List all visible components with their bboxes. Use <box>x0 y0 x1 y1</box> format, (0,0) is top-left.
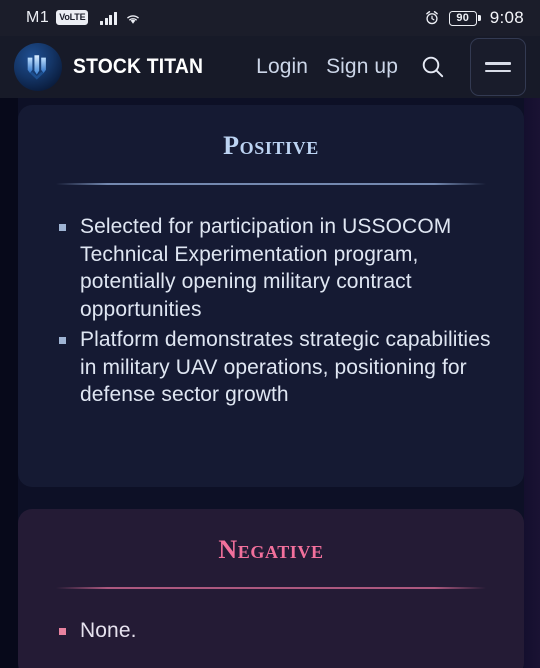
volte-badge: VoLTE <box>56 9 89 25</box>
list-item: Selected for participation in USSOCOM Te… <box>54 213 494 324</box>
app-screen: M1 VoLTE 90 9:08 STOCK TITAN Login Sign … <box>0 0 540 668</box>
negative-card-divider <box>56 587 486 589</box>
signup-link[interactable]: Sign up <box>326 55 398 79</box>
login-link[interactable]: Login <box>256 55 308 79</box>
list-item: Platform demonstrates strategic capabili… <box>54 326 494 409</box>
battery-level-label: 90 <box>456 11 470 24</box>
wifi-icon <box>124 11 142 25</box>
positive-points-list: Selected for participation in USSOCOM Te… <box>48 213 494 409</box>
header-nav: Login Sign up <box>256 38 526 96</box>
battery-indicator: 90 <box>448 10 481 26</box>
alarm-clock-icon <box>424 10 440 26</box>
positive-card-title: Positive <box>223 131 319 160</box>
signal-bars-icon <box>100 11 117 25</box>
page-body: Positive Selected for participation in U… <box>0 98 540 668</box>
battery-nub <box>478 15 481 21</box>
brand-home-link[interactable]: STOCK TITAN <box>14 43 214 91</box>
search-icon[interactable] <box>416 50 450 84</box>
brand-name: STOCK TITAN <box>73 55 204 78</box>
analysis-section: Positive Selected for participation in U… <box>0 98 540 668</box>
status-bar-right: 90 9:08 <box>424 8 524 28</box>
hamburger-menu-icon[interactable] <box>470 38 526 96</box>
negative-card-title: Negative <box>218 535 324 564</box>
positive-card-divider <box>56 183 486 185</box>
negative-card: Negative None. <box>18 509 524 668</box>
clock-label: 9:08 <box>489 8 524 27</box>
status-bar: M1 VoLTE 90 9:08 <box>0 0 540 36</box>
positive-card: Positive Selected for participation in U… <box>18 105 524 487</box>
stock-titan-logo-icon <box>14 43 62 91</box>
negative-points-list: None. <box>48 617 494 645</box>
site-header: STOCK TITAN Login Sign up <box>0 36 540 98</box>
carrier-label: M1 <box>26 9 50 26</box>
list-item: None. <box>54 617 494 645</box>
status-bar-left: M1 VoLTE <box>26 9 142 27</box>
